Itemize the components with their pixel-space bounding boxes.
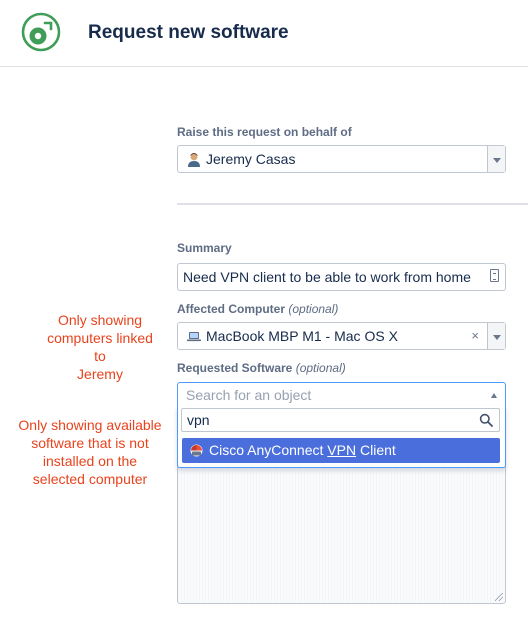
object-search-input[interactable]: vpn bbox=[181, 408, 500, 432]
annotation-software: Only showing available software that is … bbox=[8, 416, 172, 488]
annotation-computers: Only showing computers linked to Jeremy bbox=[40, 311, 160, 383]
object-search-dropdown: vpn Cisco AnyConnect VPN Client bbox=[177, 406, 506, 468]
annotation-line: Only showing available bbox=[18, 417, 162, 433]
software-disc-icon bbox=[21, 12, 61, 52]
affected-computer-value: MacBook MBP M1 - Mac OS X bbox=[206, 328, 398, 344]
search-result-item[interactable]: Cisco AnyConnect VPN Client bbox=[182, 438, 500, 463]
requested-software-label-text: Requested Software bbox=[177, 361, 293, 375]
clear-icon[interactable]: × bbox=[471, 328, 479, 343]
optional-tag: (optional) bbox=[295, 361, 346, 375]
chevron-down-icon[interactable] bbox=[487, 323, 505, 349]
result-text-match: VPN bbox=[327, 442, 357, 458]
on-behalf-value: Jeremy Casas bbox=[206, 151, 296, 167]
search-icon bbox=[479, 413, 493, 427]
annotation-line: installed on the bbox=[42, 453, 138, 469]
annotation-line: selected computer bbox=[32, 471, 148, 487]
search-result-label: Cisco AnyConnect VPN Client bbox=[209, 442, 396, 458]
annotation-line: Jeremy bbox=[77, 366, 123, 382]
search-trigger-placeholder: Search for an object bbox=[186, 387, 312, 403]
page-title: Request new software bbox=[88, 22, 289, 43]
requested-software-select[interactable]: Search for an object bbox=[177, 382, 506, 407]
result-text-prefix: Cisco AnyConnect bbox=[209, 442, 328, 458]
annotation-line: software that is not bbox=[31, 435, 149, 451]
result-text-suffix: Client bbox=[356, 442, 396, 458]
on-behalf-select[interactable]: Jeremy Casas bbox=[177, 145, 506, 173]
software-package-icon bbox=[190, 444, 203, 457]
page-header: Request new software bbox=[0, 0, 528, 67]
resize-handle-icon[interactable] bbox=[495, 593, 503, 601]
summary-value: Need VPN client to be able to work from … bbox=[183, 269, 471, 285]
chevron-up-icon[interactable] bbox=[491, 393, 497, 398]
affected-computer-label: Affected Computer (optional) bbox=[177, 302, 338, 316]
search-input-value: vpn bbox=[187, 412, 210, 428]
requested-software-label: Requested Software (optional) bbox=[177, 361, 346, 375]
summary-label: Summary bbox=[177, 241, 232, 255]
laptop-icon bbox=[187, 332, 201, 342]
affected-computer-select[interactable]: MacBook MBP M1 - Mac OS X × bbox=[177, 322, 506, 350]
annotation-line: Only showing bbox=[57, 312, 143, 328]
optional-tag: (optional) bbox=[288, 302, 339, 316]
on-behalf-label: Raise this request on behalf of bbox=[177, 125, 352, 139]
annotation-line: computers linked to bbox=[47, 330, 153, 364]
user-avatar-icon bbox=[188, 153, 200, 167]
chevron-down-icon[interactable] bbox=[487, 146, 505, 172]
affected-computer-label-text: Affected Computer bbox=[177, 302, 286, 316]
summary-field[interactable]: Need VPN client to be able to work from … bbox=[177, 263, 506, 291]
section-divider bbox=[177, 203, 528, 205]
field-note-icon bbox=[490, 269, 499, 282]
